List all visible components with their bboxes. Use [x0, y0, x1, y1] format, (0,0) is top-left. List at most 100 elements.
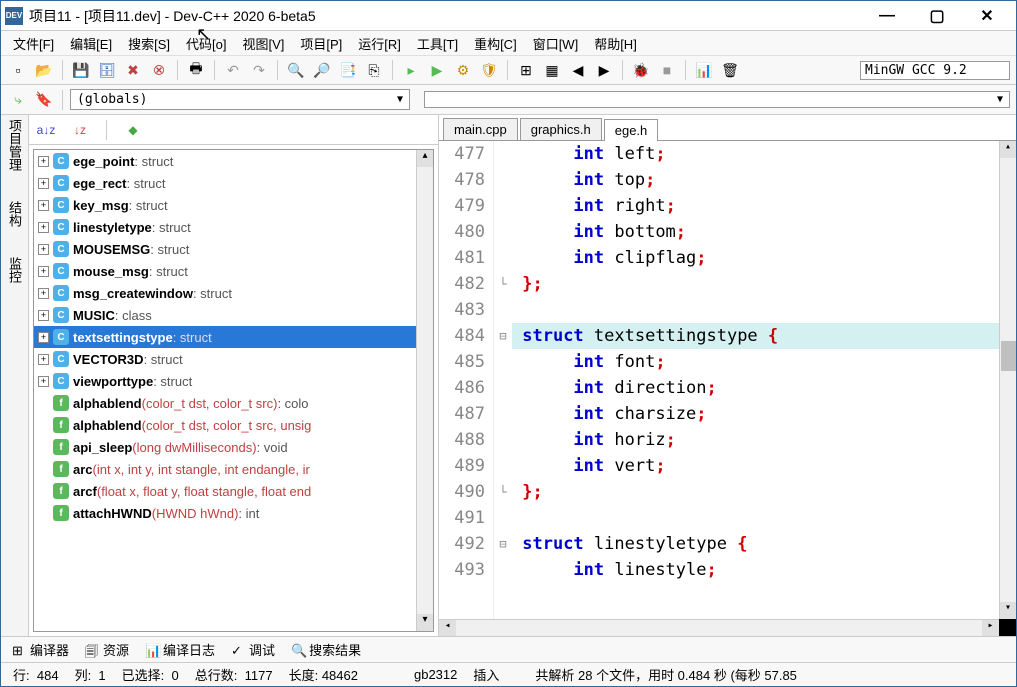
menu-item[interactable]: 重构[C] [468, 32, 523, 55]
fold-column[interactable]: └⊟└⊟ [494, 141, 512, 636]
debug-icon[interactable]: 🐞 [630, 59, 652, 81]
tree-item[interactable]: farc (int x, int y, int stangle, int end… [34, 458, 433, 480]
maximize-button[interactable]: ▢ [912, 2, 962, 30]
scroll-thumb[interactable] [1001, 341, 1016, 371]
tree-item[interactable]: +Ckey_msg: struct [34, 194, 433, 216]
class-tree[interactable]: +Cege_point: struct+Cege_rect: struct+Ck… [33, 149, 434, 632]
expand-icon[interactable]: + [38, 178, 49, 189]
menu-item[interactable]: 搜索[S] [122, 32, 176, 55]
menu-item[interactable]: 窗口[W] [527, 32, 585, 55]
code-area[interactable]: int left; int top; int right; int bottom… [512, 141, 1016, 636]
code-editor[interactable]: 4774784794804814824834844854864874884894… [439, 141, 1016, 636]
bottom-tab[interactable]: ⊞编译器 [5, 637, 76, 662]
side-tab[interactable]: 项目管理 [5, 119, 24, 171]
print-icon[interactable]: 🖶 [185, 59, 207, 81]
goto-icon[interactable]: ⎘ [363, 59, 385, 81]
bottom-tab[interactable]: ✓调试 [224, 637, 282, 662]
closeall-icon[interactable]: ⮿ [148, 59, 170, 81]
bookmark-icon[interactable]: 🔖 [33, 89, 55, 111]
tree-item[interactable]: falphablend (color_t dst, color_t src, u… [34, 414, 433, 436]
tree-item[interactable]: fapi_sleep (long dwMilliseconds): void [34, 436, 433, 458]
tree-item[interactable]: +Cmouse_msg: struct [34, 260, 433, 282]
find-icon[interactable]: 🔍 [285, 59, 307, 81]
fullscreen-icon[interactable]: ▦ [541, 59, 563, 81]
scroll-right-icon[interactable]: ▸ [982, 620, 999, 636]
tree-scrollbar[interactable]: ▴ ▾ [416, 150, 433, 631]
expand-icon[interactable]: + [38, 156, 49, 167]
tree-item[interactable]: falphablend (color_t dst, color_t src): … [34, 392, 433, 414]
editor-tab[interactable]: ege.h [604, 119, 659, 141]
minimize-button[interactable]: — [862, 2, 912, 30]
undo-icon[interactable]: ↶ [222, 59, 244, 81]
view-mode-icon[interactable]: ◆ [122, 119, 144, 141]
sort-alpha-icon[interactable]: a↓z [35, 119, 57, 141]
editor-tab[interactable]: graphics.h [520, 118, 602, 140]
compiler-select[interactable]: MinGW GCC 9.2 [860, 61, 1010, 80]
tree-item[interactable]: +Cege_point: struct [34, 150, 433, 172]
tree-item[interactable]: +CMOUSEMSG: struct [34, 238, 433, 260]
expand-icon[interactable]: + [38, 354, 49, 365]
expand-icon[interactable]: + [38, 266, 49, 277]
tree-item[interactable]: farcf (float x, float y, float stangle, … [34, 480, 433, 502]
expand-icon[interactable]: + [38, 376, 49, 387]
fwd-icon[interactable]: ▶ [593, 59, 615, 81]
saveall-icon[interactable]: 🗄 [96, 59, 118, 81]
menu-item[interactable]: 文件[F] [7, 32, 60, 55]
bottom-tab[interactable]: 🔍搜索结果 [284, 637, 368, 662]
new-file-icon[interactable]: ▫ [7, 59, 29, 81]
back-icon[interactable]: ◀ [567, 59, 589, 81]
open-icon[interactable]: 📂 [33, 59, 55, 81]
scope-combo[interactable]: (globals)▼ [70, 89, 410, 110]
scroll-left-icon[interactable]: ◂ [439, 620, 456, 636]
tree-item[interactable]: +Cege_rect: struct [34, 172, 433, 194]
menu-item[interactable]: 代码[o] [180, 32, 232, 55]
tree-item[interactable]: fattachHWND (HWND hWnd): int [34, 502, 433, 524]
tree-item[interactable]: +Cmsg_createwindow: struct [34, 282, 433, 304]
menu-item[interactable]: 编辑[E] [64, 32, 118, 55]
save-icon[interactable]: 💾 [70, 59, 92, 81]
stop-icon[interactable]: ■ [656, 59, 678, 81]
scroll-up-icon[interactable]: ▴ [1000, 141, 1016, 158]
scroll-down-icon[interactable]: ▾ [417, 614, 433, 631]
redo-icon[interactable]: ↷ [248, 59, 270, 81]
run-icon[interactable]: ▶ [426, 59, 448, 81]
side-tab[interactable]: 监控 [5, 257, 24, 283]
delprofile-icon[interactable]: 🗑 [719, 59, 741, 81]
menu-item[interactable]: 帮助[H] [588, 32, 643, 55]
goto-def-icon[interactable]: ⤷ [7, 89, 29, 111]
bottom-tab[interactable]: 🗐资源 [78, 637, 136, 662]
tree-item[interactable]: +Cviewporttype: struct [34, 370, 433, 392]
expand-icon[interactable]: + [38, 200, 49, 211]
menu-item[interactable]: 工具[T] [411, 32, 464, 55]
expand-icon[interactable]: + [38, 332, 49, 343]
expand-icon[interactable]: + [38, 244, 49, 255]
tree-item[interactable]: +CMUSIC: class [34, 304, 433, 326]
sort-type-icon[interactable]: ↓z [69, 119, 91, 141]
close-file-icon[interactable]: ✖ [122, 59, 144, 81]
menu-item[interactable]: 运行[R] [352, 32, 407, 55]
profile-icon[interactable]: 📊 [693, 59, 715, 81]
scroll-up-icon[interactable]: ▴ [417, 150, 433, 167]
tree-item[interactable]: +Ctextsettingstype: struct [34, 326, 433, 348]
rebuild-icon[interactable]: 🛡 [478, 59, 500, 81]
editor-vscrollbar[interactable]: ▴ ▾ [999, 141, 1016, 619]
menu-item[interactable]: 项目[P] [294, 32, 348, 55]
editor-hscrollbar[interactable]: ◂ ▸ [439, 619, 999, 636]
tree-item[interactable]: +Clinestyletype: struct [34, 216, 433, 238]
compilerun-icon[interactable]: ⚙ [452, 59, 474, 81]
tree-item[interactable]: +CVECTOR3D: struct [34, 348, 433, 370]
side-tab[interactable]: 结构 [5, 201, 24, 227]
winlist-icon[interactable]: ⊞ [515, 59, 537, 81]
member-combo[interactable]: ▼ [424, 91, 1010, 108]
expand-icon[interactable]: + [38, 310, 49, 321]
expand-icon[interactable]: + [38, 288, 49, 299]
bottom-tab[interactable]: 📊编译日志 [138, 637, 222, 662]
menu-item[interactable]: 视图[V] [236, 32, 290, 55]
compile-icon[interactable]: ▸ [400, 59, 422, 81]
expand-icon[interactable]: + [38, 222, 49, 233]
replace-icon[interactable]: 🔎 [311, 59, 333, 81]
editor-tab[interactable]: main.cpp [443, 118, 518, 140]
scroll-down-icon[interactable]: ▾ [1000, 602, 1016, 619]
findfiles-icon[interactable]: 📑 [337, 59, 359, 81]
close-button[interactable]: ✕ [962, 2, 1012, 30]
